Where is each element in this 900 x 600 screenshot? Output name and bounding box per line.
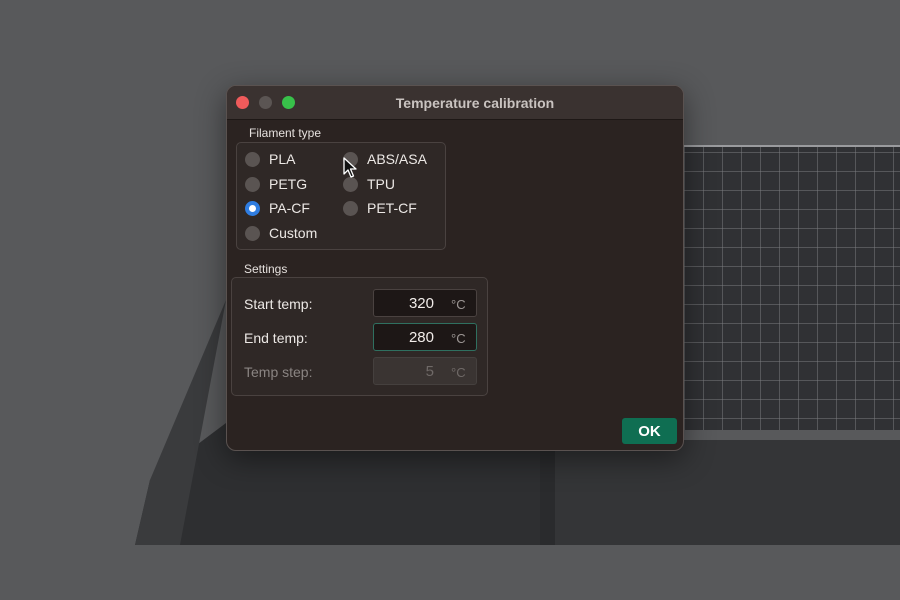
radio-pa-cf[interactable]: PA-CF: [245, 198, 310, 218]
settings-label: Settings: [244, 262, 288, 276]
radio-pet-cf[interactable]: PET-CF: [343, 198, 417, 218]
radio-custom[interactable]: Custom: [245, 223, 317, 243]
end-temp-input[interactable]: [374, 324, 434, 350]
temp-step-label: Temp step:: [244, 364, 313, 380]
title-bar: Temperature calibration: [227, 86, 683, 120]
start-temp-input[interactable]: [374, 290, 434, 316]
radio-pet-cf-label: PET-CF: [367, 200, 417, 216]
filament-type-group: PLA ABS/ASA PETG TPU PA-CF PET-CF Custom: [236, 142, 446, 250]
window-title: Temperature calibration: [395, 95, 555, 111]
start-temp-field[interactable]: °C: [373, 289, 477, 317]
radio-abs-asa-label: ABS/ASA: [367, 151, 427, 167]
start-temp-label: Start temp:: [244, 296, 313, 312]
start-temp-unit: °C: [451, 297, 466, 312]
end-temp-label: End temp:: [244, 330, 308, 346]
temp-step-field[interactable]: °C: [373, 357, 477, 385]
radio-petg-label: PETG: [269, 176, 308, 192]
radio-pa-cf-label: PA-CF: [269, 200, 310, 216]
radio-pa-cf-indicator: [245, 200, 260, 216]
radio-pla-indicator: [245, 151, 260, 167]
radio-custom-indicator: [245, 225, 260, 241]
mouse-cursor-icon: [343, 157, 357, 178]
radio-petg[interactable]: PETG: [245, 174, 307, 194]
end-temp-field[interactable]: °C: [373, 323, 477, 351]
radio-pla[interactable]: PLA: [245, 149, 295, 169]
temp-step-unit: °C: [451, 365, 466, 380]
end-temp-unit: °C: [451, 331, 466, 346]
radio-pet-cf-indicator: [343, 200, 358, 216]
filament-type-label: Filament type: [249, 126, 322, 140]
temp-step-input[interactable]: [374, 358, 434, 384]
radio-pla-label: PLA: [269, 151, 296, 167]
ok-button[interactable]: OK: [622, 418, 677, 444]
settings-group: Start temp: °C End temp: °C Temp step: °…: [231, 277, 488, 396]
radio-tpu-label: TPU: [367, 176, 395, 192]
radio-petg-indicator: [245, 176, 260, 192]
temperature-calibration-dialog: Temperature calibration Filament type PL…: [226, 85, 684, 451]
radio-custom-label: Custom: [269, 225, 318, 241]
